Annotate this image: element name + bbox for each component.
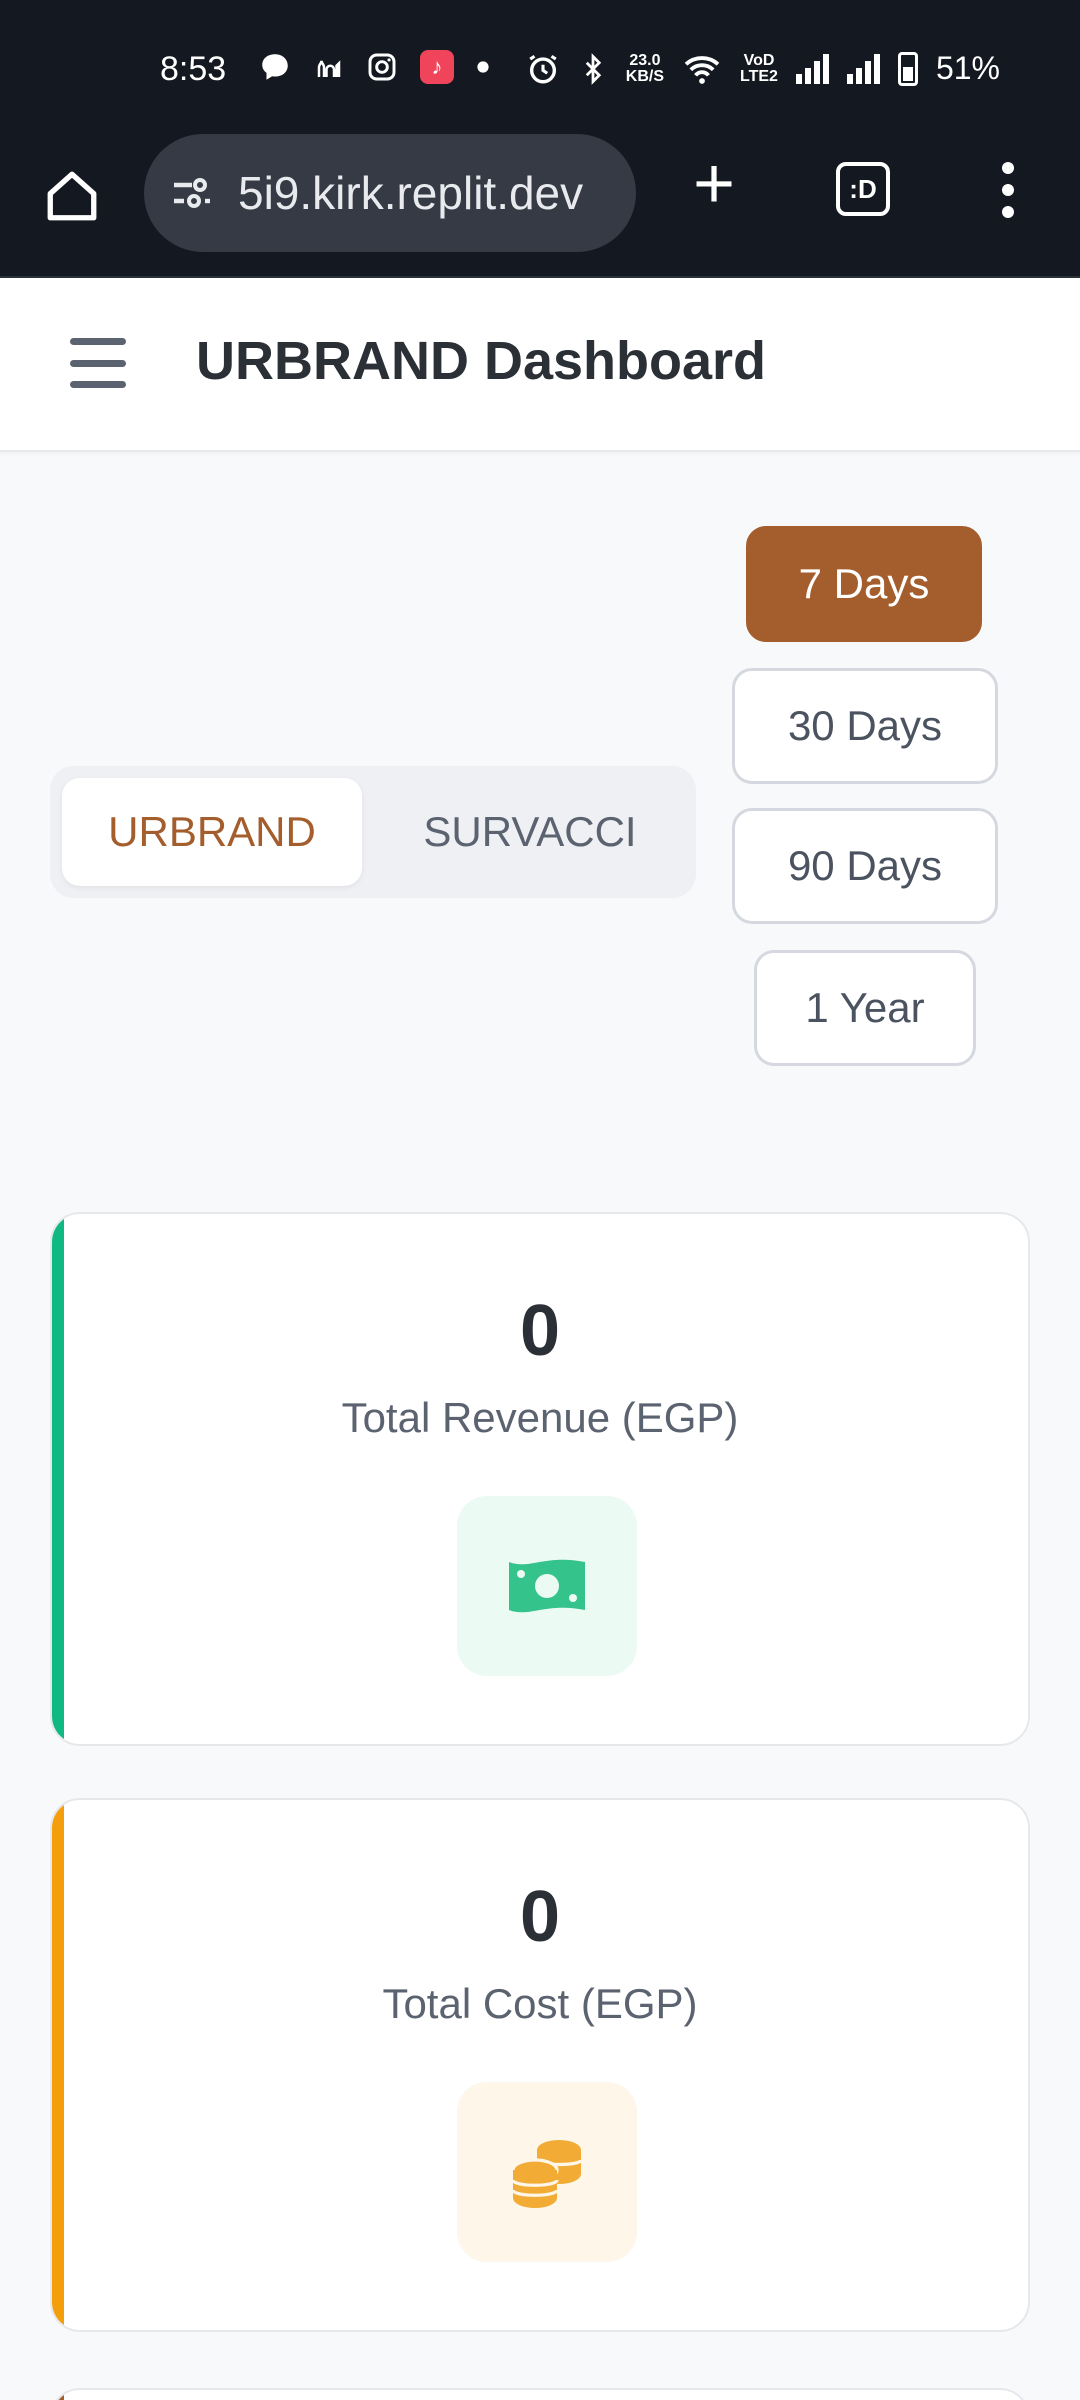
period-7-days-button[interactable]: 7 Days bbox=[746, 526, 982, 642]
tab-switcher-button[interactable]: :D bbox=[836, 162, 890, 216]
new-tab-button[interactable]: + bbox=[684, 148, 744, 220]
cost-icon-box bbox=[457, 2082, 637, 2262]
signal-strength-2-icon bbox=[846, 53, 880, 84]
signal-strength-icon bbox=[795, 53, 829, 84]
system-status-icons: 23.0 KB/S VoD LTE2 51% bbox=[526, 50, 1000, 87]
cost-value: 0 bbox=[519, 1877, 561, 1957]
next-stat-card bbox=[50, 2388, 1030, 2400]
browser-menu-button[interactable] bbox=[996, 162, 1020, 218]
hamburger-menu-icon[interactable] bbox=[70, 338, 126, 388]
revenue-label: Total Revenue (EGP) bbox=[341, 1394, 739, 1441]
wifi-icon bbox=[684, 55, 720, 84]
network-speed-value: 23.0 bbox=[629, 51, 661, 69]
revenue-value: 0 bbox=[519, 1291, 561, 1371]
network-speed: 23.0 KB/S bbox=[625, 51, 665, 85]
dot-icon bbox=[477, 61, 489, 73]
period-1-year-button[interactable]: 1 Year bbox=[754, 950, 976, 1066]
brand-tab-urbrand[interactable]: URBRAND bbox=[62, 778, 362, 886]
next-card-accent-bar bbox=[52, 2390, 64, 2400]
page-title: URBRAND Dashboard bbox=[196, 331, 767, 391]
status-bar: 8:53 ♪ 23.0 KB/S VoD LTE2 51% bbox=[0, 0, 1080, 126]
instagram-icon bbox=[368, 53, 396, 81]
chat-bubble-icon bbox=[262, 54, 288, 80]
carrier-label-bottom: LTE2 bbox=[740, 67, 778, 85]
brand-tab-survacci[interactable]: SURVACCI bbox=[380, 778, 680, 886]
address-bar[interactable]: 5i9.kirk.replit.dev bbox=[144, 134, 636, 252]
cost-label: Total Cost (EGP) bbox=[382, 1980, 698, 2027]
revenue-icon-box bbox=[457, 1496, 637, 1676]
bluetooth-icon bbox=[585, 52, 601, 85]
mosque-icon bbox=[317, 60, 341, 77]
carrier-label: VoD LTE2 bbox=[740, 51, 778, 85]
site-settings-icon[interactable] bbox=[168, 169, 216, 217]
home-icon bbox=[47, 171, 97, 221]
revenue-stat-card: 0 Total Revenue (EGP) bbox=[50, 1212, 1030, 1746]
browser-toolbar: 5i9.kirk.replit.dev + :D bbox=[0, 126, 1080, 278]
coins-icon bbox=[511, 2140, 583, 2208]
brand-toggle: URBRAND SURVACCI bbox=[50, 766, 696, 898]
battery-icon bbox=[897, 51, 918, 86]
battery-percent: 51% bbox=[935, 50, 1000, 86]
music-app-icon: ♪ bbox=[420, 50, 454, 84]
cost-stat-card: 0 Total Cost (EGP) bbox=[50, 1798, 1030, 2332]
network-speed-unit: KB/S bbox=[625, 67, 665, 85]
status-time: 8:53 bbox=[160, 50, 227, 88]
period-90-days-button[interactable]: 90 Days bbox=[732, 808, 998, 924]
app-header: URBRAND Dashboard bbox=[0, 278, 1080, 452]
url-text: 5i9.kirk.replit.dev bbox=[238, 167, 584, 219]
money-bill-icon bbox=[509, 1559, 585, 1613]
alarm-icon bbox=[529, 54, 557, 83]
notification-icons: ♪ bbox=[258, 50, 490, 84]
period-30-days-button[interactable]: 30 Days bbox=[732, 668, 998, 784]
carrier-label-top: VoD bbox=[743, 51, 775, 69]
home-button[interactable] bbox=[40, 164, 104, 228]
